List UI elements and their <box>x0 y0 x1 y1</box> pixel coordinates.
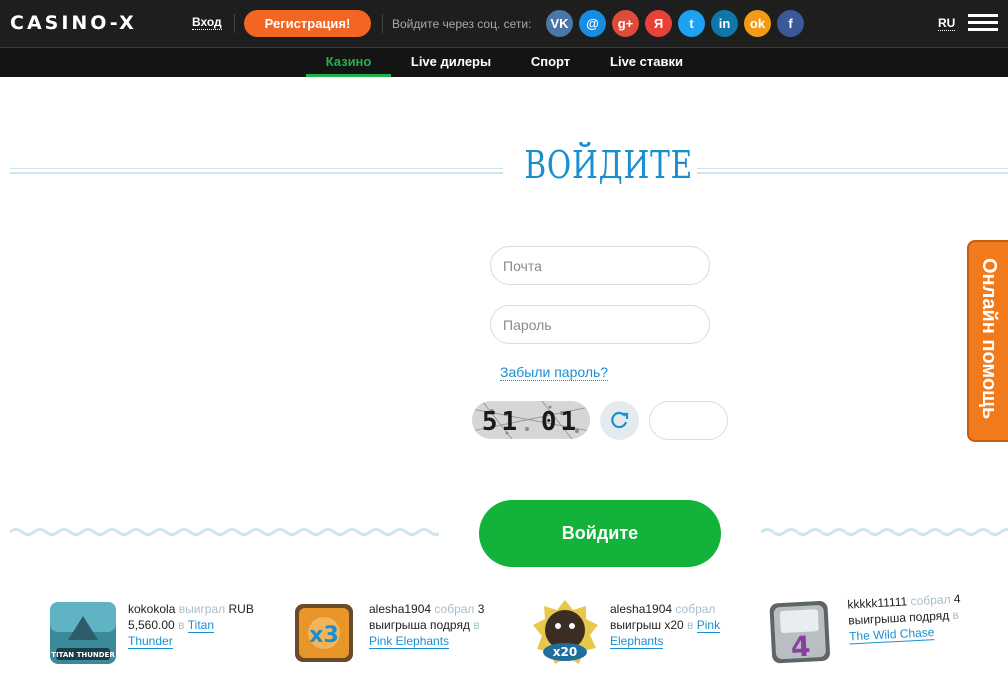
online-help-label: Онлайн помощь <box>978 258 1000 420</box>
wave-divider-right <box>761 528 1008 536</box>
linkedin-icon[interactable]: in <box>711 10 738 37</box>
divider <box>382 14 383 33</box>
winner-amount: выигрыш x20 <box>610 618 684 632</box>
wave-divider-left <box>10 528 439 536</box>
mailru-icon[interactable]: @ <box>579 10 606 37</box>
winner-prep: в <box>178 618 185 632</box>
twitter-icon[interactable]: t <box>678 10 705 37</box>
main-nav: Казино Live дилеры Спорт Live ставки <box>0 48 1008 77</box>
captcha-input[interactable] <box>649 401 728 440</box>
winner-username: alesha1904 <box>610 602 673 616</box>
yandex-icon[interactable]: Я <box>645 10 672 37</box>
winner-username: alesha1904 <box>369 602 432 616</box>
online-help-tab[interactable]: Онлайн помощь <box>967 240 1008 442</box>
login-submit-button[interactable]: Войдите <box>479 500 721 567</box>
nav-tab-live-dealers[interactable]: Live дилеры <box>404 48 498 77</box>
email-field[interactable] <box>490 246 710 285</box>
winner-prep: в <box>952 607 960 623</box>
thumb-badge: 4 <box>790 630 811 664</box>
captcha-image: 51 01 <box>472 401 590 439</box>
svg-text:TITAN THUNDER: TITAN THUNDER <box>51 651 115 659</box>
winner-username: kokokola <box>128 602 176 616</box>
heading-rule-right <box>697 168 1008 174</box>
hamburger-menu-icon[interactable] <box>968 14 998 32</box>
winner-action: собрал <box>910 592 951 609</box>
winner-prep: в <box>687 618 694 632</box>
captcha-refresh-button[interactable] <box>600 401 639 440</box>
winner-action: собрал <box>675 602 716 616</box>
thumb-badge: x3 <box>309 623 339 648</box>
winner-game-link[interactable]: The Wild Chase <box>848 625 935 645</box>
winner-item: TITAN THUNDER kokokola выиграл RUB 5,560… <box>48 598 263 668</box>
language-switcher[interactable]: RU <box>938 16 956 31</box>
casino-x-logo[interactable]: CASINO-X <box>10 12 137 34</box>
refresh-icon <box>611 411 629 429</box>
social-login-label: Войдите через соц. сети: <box>392 17 532 31</box>
winner-item: x3 alesha1904 собрал 3 выигрыша подряд в… <box>289 598 504 668</box>
register-button[interactable]: Регистрация! <box>244 10 371 37</box>
captcha-text: 51 01 <box>482 407 580 437</box>
nav-tab-live-bets[interactable]: Live ставки <box>603 48 690 77</box>
facebook-icon[interactable]: f <box>777 10 804 37</box>
divider <box>234 14 235 33</box>
winner-item: x20 alesha1904 собрал выигрыш x20 в Pink… <box>530 598 745 668</box>
vk-icon[interactable]: VK <box>546 10 573 37</box>
winner-item: 4 kkkkk11111 собрал 4 выигрыша подряд в … <box>763 587 981 668</box>
password-field[interactable] <box>490 305 710 344</box>
winner-game-link[interactable]: Pink Elephants <box>369 634 450 649</box>
game-thumbnail[interactable]: TITAN THUNDER <box>48 598 118 668</box>
heading-rule-left <box>10 168 503 174</box>
game-thumbnail[interactable]: x20 <box>530 598 600 668</box>
nav-tab-casino[interactable]: Казино <box>306 48 391 77</box>
forgot-password-link[interactable]: Забыли пароль? <box>500 364 609 381</box>
odnoklassniki-icon[interactable]: ok <box>744 10 771 37</box>
nav-tab-sport[interactable]: Спорт <box>524 48 577 77</box>
top-bar: CASINO-X Вход Регистрация! Войдите через… <box>0 0 1008 48</box>
winner-username: kkkkk11111 <box>847 594 908 612</box>
game-thumbnail[interactable]: x3 <box>289 598 359 668</box>
winner-action: собрал <box>434 602 475 616</box>
page-title: ВОЙДИТЕ <box>524 143 694 187</box>
game-thumbnail[interactable]: 4 <box>763 594 837 668</box>
winner-action: выиграл <box>178 602 226 616</box>
winner-prep: в <box>473 618 480 632</box>
thumb-badge: x20 <box>553 645 577 659</box>
google-plus-icon[interactable]: g+ <box>612 10 639 37</box>
login-link[interactable]: Вход <box>192 15 222 30</box>
